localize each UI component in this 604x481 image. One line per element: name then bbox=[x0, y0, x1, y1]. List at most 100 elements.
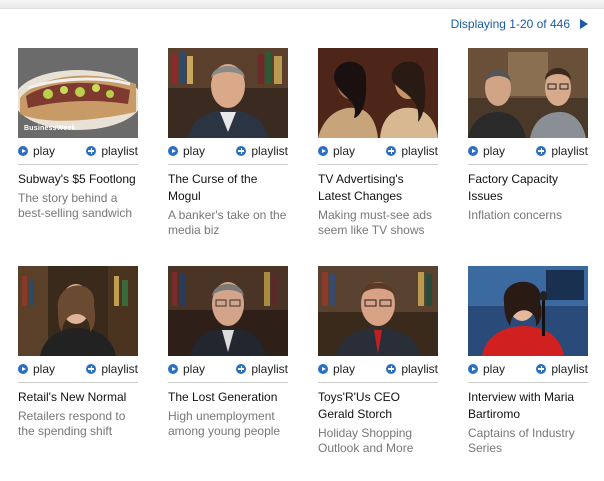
play-button[interactable]: play bbox=[18, 362, 55, 376]
video-thumbnail[interactable] bbox=[468, 266, 588, 356]
video-title[interactable]: Factory Capacity Issues bbox=[468, 171, 588, 205]
video-card: BusinessWeek play playlist Subway's $5 F… bbox=[18, 48, 138, 221]
video-actions: play playlist bbox=[318, 358, 438, 380]
video-actions: play playlist bbox=[318, 140, 438, 162]
video-card: play playlist Toys'R'Us CEO Gerald Storc… bbox=[318, 266, 438, 456]
play-button[interactable]: play bbox=[468, 144, 505, 158]
playlist-label: playlist bbox=[551, 144, 588, 158]
video-description: The story behind a best-selling sandwich bbox=[18, 191, 133, 220]
plus-icon bbox=[386, 364, 397, 374]
video-actions: play playlist bbox=[168, 358, 288, 380]
play-icon bbox=[318, 364, 328, 374]
playlist-label: playlist bbox=[551, 362, 588, 376]
play-label: play bbox=[33, 362, 56, 376]
video-title[interactable]: Subway's $5 Footlong bbox=[18, 171, 138, 188]
play-button[interactable]: play bbox=[318, 362, 355, 376]
playlist-label: playlist bbox=[251, 362, 288, 376]
plus-icon bbox=[236, 146, 247, 156]
next-arrow-icon[interactable] bbox=[580, 19, 588, 29]
video-description: Holiday Shopping Outlook and More bbox=[318, 426, 414, 455]
play-button[interactable]: play bbox=[468, 362, 505, 376]
play-label: play bbox=[33, 144, 56, 158]
video-card: play playlist TV Advertising's Latest Ch… bbox=[318, 48, 438, 238]
play-label: play bbox=[483, 144, 506, 158]
playlist-label: playlist bbox=[401, 144, 438, 158]
video-actions: play playlist bbox=[468, 140, 588, 162]
plus-icon bbox=[536, 364, 547, 374]
play-icon bbox=[18, 146, 28, 156]
play-button[interactable]: play bbox=[168, 362, 205, 376]
video-description: A banker's take on the media biz bbox=[168, 208, 287, 237]
plus-icon bbox=[536, 146, 547, 156]
video-title[interactable]: Retail's New Normal bbox=[18, 389, 138, 406]
video-description: Retailers respond to the spending shift bbox=[18, 409, 126, 438]
play-icon bbox=[18, 364, 28, 374]
video-card: play playlist The Lost Generation High u… bbox=[168, 266, 288, 439]
pager-text: Displaying 1-20 of 446 bbox=[450, 17, 570, 31]
add-to-playlist-button[interactable]: playlist bbox=[86, 144, 138, 158]
playlist-label: playlist bbox=[251, 144, 288, 158]
play-label: play bbox=[333, 144, 356, 158]
play-button[interactable]: play bbox=[168, 144, 205, 158]
add-to-playlist-button[interactable]: playlist bbox=[386, 362, 438, 376]
divider bbox=[318, 382, 438, 383]
play-icon bbox=[168, 364, 178, 374]
video-card: play playlist Interview with Maria Barti… bbox=[468, 266, 588, 456]
plus-icon bbox=[386, 146, 397, 156]
add-to-playlist-button[interactable]: playlist bbox=[236, 362, 288, 376]
video-title[interactable]: The Lost Generation bbox=[168, 389, 288, 406]
divider bbox=[318, 164, 438, 165]
play-icon bbox=[318, 146, 328, 156]
video-description: Making must-see ads seem like TV shows bbox=[318, 208, 433, 237]
video-card: play playlist Retail's New Normal Retail… bbox=[18, 266, 138, 439]
add-to-playlist-button[interactable]: playlist bbox=[236, 144, 288, 158]
video-actions: play playlist bbox=[18, 358, 138, 380]
plus-icon bbox=[86, 364, 97, 374]
divider bbox=[468, 382, 588, 383]
divider bbox=[168, 382, 288, 383]
playlist-label: playlist bbox=[101, 362, 138, 376]
divider bbox=[468, 164, 588, 165]
video-thumbnail[interactable] bbox=[168, 266, 288, 356]
video-thumbnail[interactable] bbox=[468, 48, 588, 138]
video-thumbnail[interactable] bbox=[18, 266, 138, 356]
video-thumbnail[interactable]: BusinessWeek bbox=[18, 48, 138, 138]
video-thumbnail[interactable] bbox=[168, 48, 288, 138]
play-button[interactable]: play bbox=[18, 144, 55, 158]
divider bbox=[18, 382, 138, 383]
thumbnail-watermark: BusinessWeek bbox=[24, 125, 76, 132]
video-thumbnail[interactable] bbox=[318, 48, 438, 138]
plus-icon bbox=[236, 364, 247, 374]
video-description: Captains of Industry Series bbox=[468, 426, 575, 455]
video-actions: play playlist bbox=[18, 140, 138, 162]
pagination: Displaying 1-20 of 446 bbox=[451, 17, 588, 31]
video-title[interactable]: Toys'R'Us CEO Gerald Storch bbox=[318, 389, 438, 423]
video-actions: play playlist bbox=[168, 140, 288, 162]
divider bbox=[168, 164, 288, 165]
add-to-playlist-button[interactable]: playlist bbox=[536, 144, 588, 158]
play-button[interactable]: play bbox=[318, 144, 355, 158]
video-title[interactable]: The Curse of the Mogul bbox=[168, 171, 288, 205]
play-label: play bbox=[483, 362, 506, 376]
video-thumbnail[interactable] bbox=[318, 266, 438, 356]
top-divider-bar bbox=[0, 0, 604, 9]
video-description: High unemployment among young people bbox=[168, 409, 281, 438]
play-label: play bbox=[183, 362, 206, 376]
add-to-playlist-button[interactable]: playlist bbox=[386, 144, 438, 158]
video-title[interactable]: Interview with Maria Bartiromo bbox=[468, 389, 588, 423]
divider bbox=[18, 164, 138, 165]
video-title[interactable]: TV Advertising's Latest Changes bbox=[318, 171, 438, 205]
play-icon bbox=[468, 146, 478, 156]
play-label: play bbox=[333, 362, 356, 376]
video-description: Inflation concerns bbox=[468, 208, 563, 222]
playlist-label: playlist bbox=[101, 144, 138, 158]
play-label: play bbox=[183, 144, 206, 158]
video-card: play playlist Factory Capacity Issues In… bbox=[468, 48, 588, 223]
add-to-playlist-button[interactable]: playlist bbox=[86, 362, 138, 376]
add-to-playlist-button[interactable]: playlist bbox=[536, 362, 588, 376]
play-icon bbox=[168, 146, 178, 156]
video-card: play playlist The Curse of the Mogul A b… bbox=[168, 48, 288, 238]
plus-icon bbox=[86, 146, 97, 156]
play-icon bbox=[468, 364, 478, 374]
playlist-label: playlist bbox=[401, 362, 438, 376]
